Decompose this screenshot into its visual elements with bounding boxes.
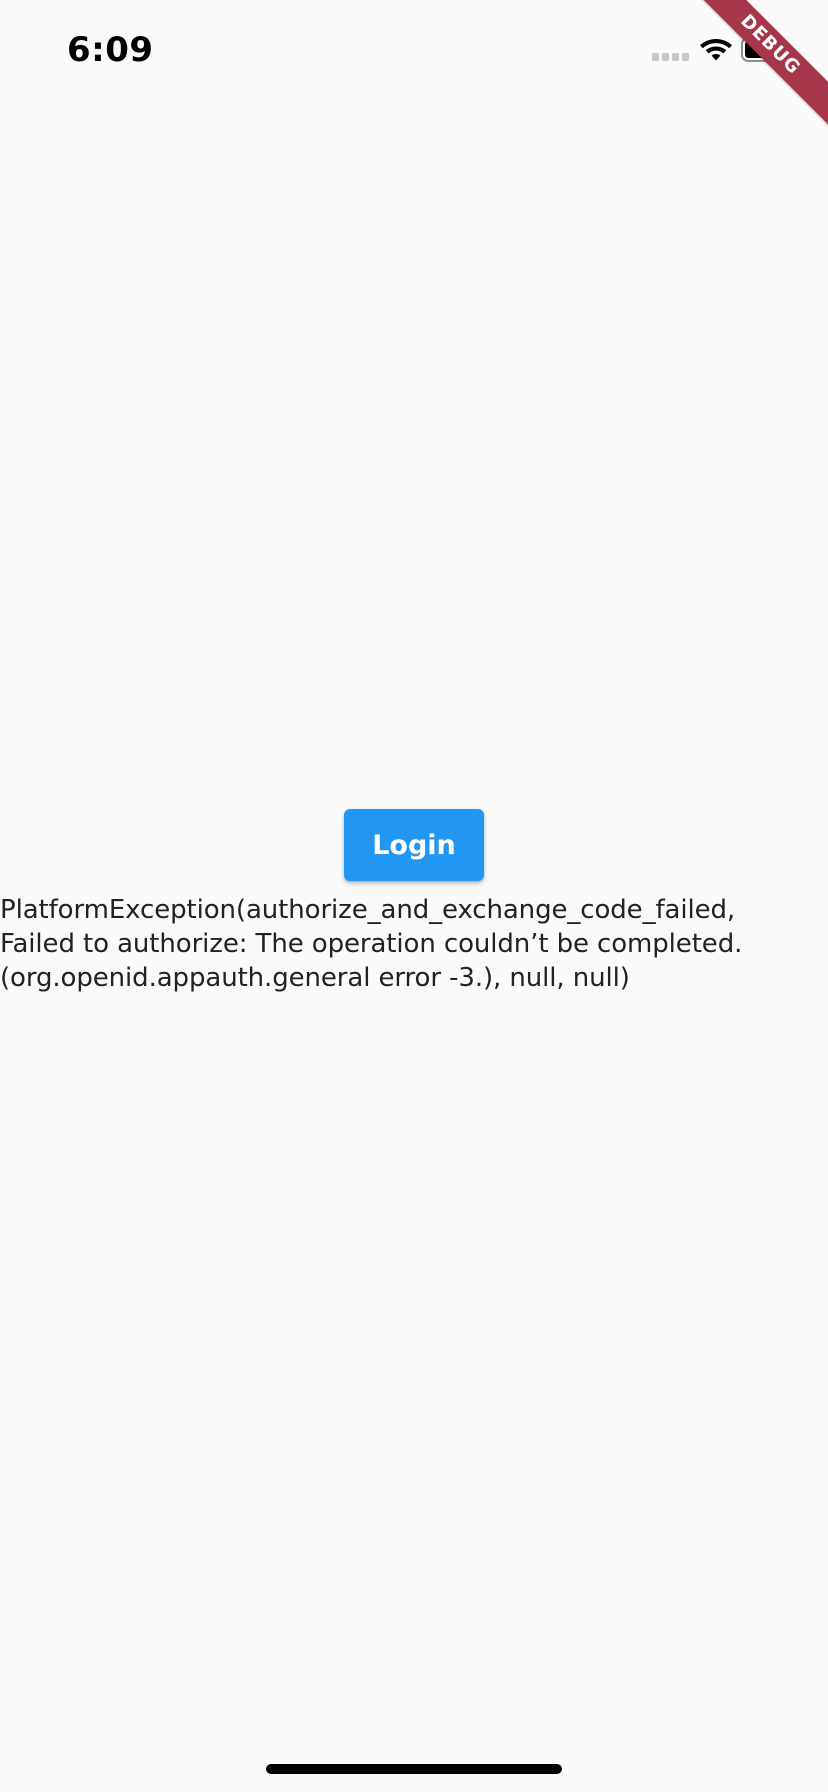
battery-icon [741, 37, 791, 62]
status-bar: 6:09 [0, 0, 828, 100]
app-screen: 6:09 DEBUG Login PlatformException(autho… [0, 0, 828, 1792]
wifi-icon [700, 39, 732, 61]
error-message: PlatformException(authorize_and_exchange… [0, 895, 743, 993]
status-time: 6:09 [67, 30, 154, 70]
cellular-signal-icon [652, 53, 689, 61]
home-indicator[interactable] [266, 1764, 562, 1774]
login-button[interactable]: Login [344, 809, 484, 881]
